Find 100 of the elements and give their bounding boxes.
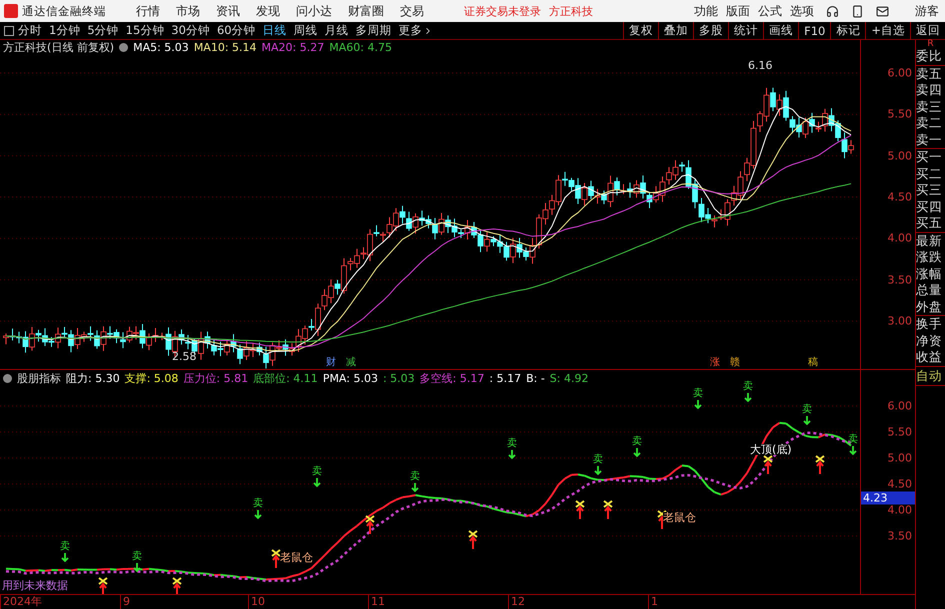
buy-arrow-icon	[815, 455, 825, 475]
down-arrow-icon	[411, 483, 419, 492]
price-tick: 4.50	[888, 190, 912, 204]
menu-item[interactable]: 市场	[176, 2, 200, 20]
buy-arrow-icon	[271, 549, 281, 569]
menu-item[interactable]: 问小达	[296, 2, 332, 20]
mail-icon[interactable]	[876, 4, 889, 18]
down-arrow-icon	[744, 393, 752, 402]
down-arrow-icon	[633, 448, 641, 457]
period-tab[interactable]: 更多	[398, 23, 433, 38]
quote-label[interactable]: 买四	[916, 198, 945, 215]
quote-label[interactable]: 收益	[916, 349, 945, 366]
quote-label[interactable]: 买三	[916, 182, 945, 198]
auto-button[interactable]: 自动	[916, 366, 945, 386]
menu-item[interactable]: 行情	[136, 2, 160, 20]
buy-arrow-icon	[172, 577, 182, 594]
sell-signal: 卖	[593, 455, 603, 465]
quote-label[interactable]: 外盘	[916, 298, 945, 315]
toolbar-button[interactable]: 标记	[830, 22, 866, 40]
quote-label[interactable]: 买五	[916, 215, 945, 232]
toolbar-button[interactable]: 复权	[623, 22, 658, 40]
period-tab[interactable]: 15分钟	[126, 23, 164, 38]
quote-label[interactable]: 涨幅	[916, 266, 945, 282]
quote-label[interactable]: 卖一	[916, 132, 945, 148]
period-tab[interactable]: 月线	[324, 23, 349, 38]
quote-label[interactable]: 买一	[916, 149, 945, 166]
indicator-tick: 5.50	[888, 426, 912, 438]
settings-dot-icon[interactable]	[3, 374, 12, 382]
period-tab[interactable]: 5分钟	[87, 23, 119, 38]
ma-value: MA20: 5.27	[262, 41, 324, 54]
quote-label[interactable]: 卖二	[916, 115, 945, 132]
toolbar-button[interactable]: 叠加	[658, 22, 694, 40]
quote-label[interactable]: 最新	[916, 232, 945, 249]
toolbar-button[interactable]: 多股	[693, 22, 728, 40]
menu-item[interactable]: 选项	[790, 2, 814, 20]
toolbar-button[interactable]: F10	[798, 22, 830, 40]
quote-label[interactable]: 买二	[916, 166, 945, 182]
period-tab[interactable]: 周线	[294, 23, 318, 38]
quote-label[interactable]: 卖三	[916, 98, 945, 115]
indicator-value: 多空线: 5.17	[420, 370, 484, 386]
buy-arrow-icon	[603, 500, 613, 520]
down-arrow-icon	[313, 478, 321, 487]
toolbar-button[interactable]: 返回	[910, 22, 945, 40]
quote-label[interactable]: 卖五	[916, 66, 945, 82]
buy-arrow-icon	[468, 530, 478, 550]
indicator-value: : 5.17	[489, 372, 522, 384]
event-marker[interactable]: 涨	[710, 358, 720, 368]
period-tab[interactable]: 日线	[262, 23, 287, 38]
indicator-name: 股朋指标	[17, 370, 61, 386]
menu-item[interactable]: 资讯	[216, 2, 240, 20]
indicator-tick: 3.50	[888, 530, 912, 542]
headset-icon[interactable]	[826, 4, 839, 18]
period-tab[interactable]: 1分钟	[49, 23, 80, 38]
period-tab[interactable]: 分时	[18, 23, 42, 38]
buy-arrow-icon	[98, 577, 108, 594]
indicator-tick: 5.00	[888, 452, 912, 464]
period-tab[interactable]: 60分钟	[216, 23, 256, 38]
signal-tag: 老鼠仓	[663, 512, 696, 523]
toolbar-button[interactable]: +自选	[865, 22, 910, 40]
quote-label[interactable]: 净资	[916, 332, 945, 349]
quote-label[interactable]: 换手	[916, 316, 945, 332]
period-tab[interactable]: 多周期	[356, 23, 392, 38]
indicator-value: PMA: 5.03	[322, 372, 378, 384]
signal-tag: 老鼠仓	[280, 552, 313, 563]
buy-arrow-icon	[365, 515, 375, 535]
price-tick: 4.00	[888, 232, 912, 245]
phone-icon[interactable]	[851, 4, 864, 18]
menu-item[interactable]: 财富圈	[348, 2, 384, 20]
menu-item[interactable]: 发现	[256, 2, 280, 20]
toolbar-button[interactable]: 统计	[728, 22, 764, 40]
settings-dot-icon[interactable]	[119, 43, 128, 52]
quote-label[interactable]: 涨跌	[916, 249, 945, 266]
event-marker[interactable]: 稿	[808, 358, 818, 368]
event-marker[interactable]: 减	[346, 358, 356, 368]
sell-signal: 卖	[693, 389, 703, 399]
indicator-tick: 6.00	[888, 400, 912, 412]
quote-label[interactable]: 卖四	[916, 82, 945, 98]
broker-name: 方正科技	[549, 4, 593, 18]
date-label: 2024年	[0, 595, 42, 609]
indicator-tick: 4.50	[888, 478, 912, 490]
period-tab[interactable]: 30分钟	[171, 23, 210, 38]
down-arrow-icon	[133, 563, 141, 572]
menu-item[interactable]: 功能	[694, 2, 718, 20]
date-label: 11	[368, 595, 385, 609]
quote-label[interactable]: 委比	[916, 48, 945, 64]
toolbar-button[interactable]: 画线	[763, 22, 798, 40]
event-marker[interactable]: 财	[326, 358, 336, 368]
quote-label[interactable]: 总量	[916, 282, 945, 298]
low-price-label: 2.58	[172, 351, 196, 362]
sell-signal: 卖	[410, 472, 420, 482]
menu-item[interactable]: 版面	[726, 2, 750, 20]
indicator-tick: 4.00	[888, 504, 912, 516]
panel-toggle-icon[interactable]	[4, 26, 14, 36]
menu-item[interactable]: 交易	[400, 2, 424, 20]
price-tick: 6.00	[888, 66, 912, 80]
guest-user[interactable]: 游客	[915, 2, 939, 20]
event-marker[interactable]: 赣	[730, 358, 740, 368]
login-notice[interactable]: 证券交易未登录	[464, 4, 541, 18]
down-arrow-icon	[849, 446, 857, 455]
menu-item[interactable]: 公式	[758, 2, 782, 20]
